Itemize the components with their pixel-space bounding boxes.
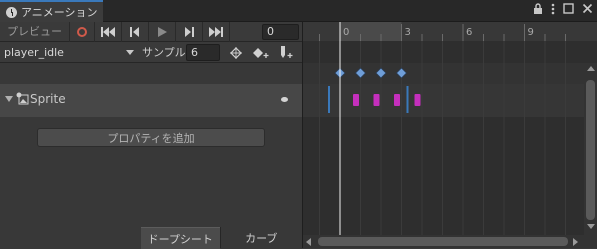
next-keyframe-icon [185,26,194,37]
horizontal-scroll-thumb[interactable] [318,237,568,246]
prev-keyframe-button[interactable] [122,21,149,42]
dopesheet-timeline[interactable]: 0 3 6 9 [303,22,597,248]
window-controls [533,3,593,18]
keyframe-dot-icon[interactable] [281,97,288,102]
next-keyframe-button[interactable] [176,21,203,42]
scroll-down-arrow-icon[interactable] [587,224,595,229]
playback-toolbar: プレビュー [0,21,302,42]
keyframe-target-icon [230,46,242,59]
preview-button[interactable]: プレビュー [0,21,70,42]
view-mode-tabs: ドープシート カーブ [141,227,302,249]
keyframe-target-button[interactable] [224,43,248,62]
clip-dropdown[interactable]: player_idle [4,44,136,61]
sprite-keyframe[interactable] [414,94,421,106]
maximize-icon[interactable] [563,3,574,18]
tab-title: アニメーション [21,6,98,19]
current-frame-field[interactable]: 0 [262,24,299,40]
vertical-scroll-thumb[interactable] [586,80,595,220]
expand-arrow-icon[interactable] [5,96,13,102]
lock-icon[interactable] [533,3,543,18]
sample-rate-field[interactable]: 6 [186,44,220,61]
add-keyframe-icon [253,47,269,58]
scroll-left-arrow-icon[interactable] [306,238,311,246]
add-event-icon [281,46,293,58]
close-icon[interactable] [582,3,593,18]
play-button[interactable] [149,21,176,42]
last-keyframe-button[interactable] [203,21,230,42]
first-keyframe-icon [101,26,115,37]
ruler-label: 0 [343,27,349,38]
ruler-label: 3 [405,27,411,38]
clock-icon [6,6,17,18]
more-icon[interactable] [551,3,555,18]
chevron-down-icon[interactable] [126,50,134,55]
add-event-button[interactable] [275,43,299,62]
tab-animation[interactable]: アニメーション [0,0,103,22]
ruler-label: 9 [528,27,534,38]
first-keyframe-button[interactable] [95,21,122,42]
record-button[interactable] [70,21,95,42]
sprite-row-bg [303,84,584,117]
scroll-up-arrow-icon[interactable] [587,66,595,71]
summary-row-bg [303,63,584,84]
play-icon [157,26,167,37]
sprite-keyframe[interactable] [373,94,380,106]
sprite-keyframe[interactable] [353,94,359,106]
scroll-right-arrow-icon[interactable] [573,238,578,246]
add-property-button[interactable]: プロパティを追加 [37,128,265,147]
sprite-keyframe[interactable] [394,94,400,106]
tab-curves[interactable]: カーブ [219,227,302,248]
sprite-icon [16,92,29,108]
add-keyframe-button[interactable] [249,43,273,62]
timeline-canvas[interactable]: 0 3 6 9 [303,22,597,248]
record-icon [77,26,87,37]
ruler-label: 6 [466,27,472,38]
last-keyframe-icon [209,26,223,37]
tab-dopesheet[interactable]: ドープシート [141,227,220,249]
sample-label: サンプル [142,46,186,59]
prev-keyframe-icon [130,26,139,37]
property-name: Sprite [30,92,66,106]
